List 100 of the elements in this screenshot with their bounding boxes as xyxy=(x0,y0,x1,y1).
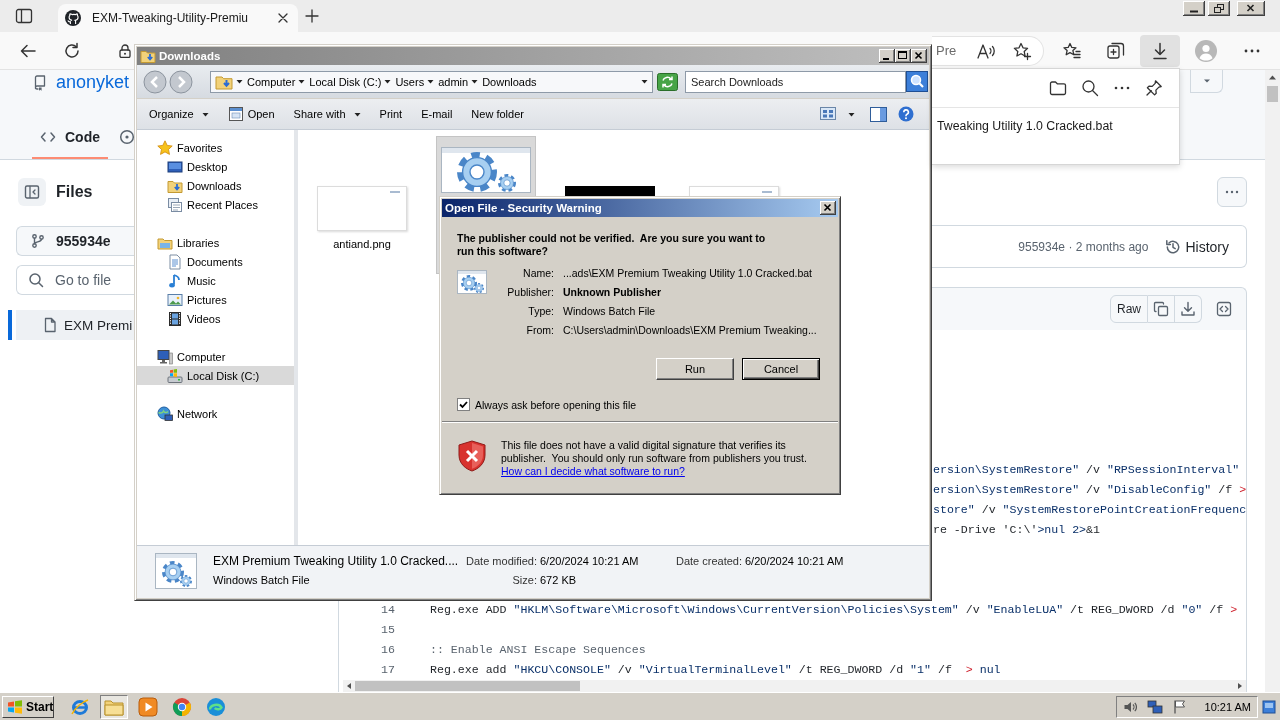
nav-item[interactable]: Network xyxy=(137,404,294,423)
breadcrumb-item[interactable]: Local Disk (C:) xyxy=(309,75,382,88)
caret-icon[interactable] xyxy=(298,78,306,85)
help-icon[interactable] xyxy=(898,106,914,122)
address-bar[interactable]: Computer Local Disk (C:) Users admin Downloads xyxy=(210,70,653,93)
refresh-icon[interactable] xyxy=(62,40,82,61)
taskbar-button[interactable] xyxy=(100,694,128,719)
copy-button[interactable] xyxy=(1148,295,1175,323)
pane-icon[interactable] xyxy=(870,106,887,122)
history-button[interactable]: History xyxy=(1165,238,1229,255)
search-icon[interactable] xyxy=(1081,79,1099,97)
browser-tab[interactable]: EXM-Tweaking-Utility-Premiu xyxy=(58,4,298,32)
star-plus-icon[interactable] xyxy=(1012,40,1033,61)
line-number: 14 xyxy=(380,602,395,616)
download-button[interactable] xyxy=(1140,34,1180,67)
monitors-icon[interactable] xyxy=(1146,698,1163,715)
document-icon xyxy=(167,253,183,270)
gear-document-icon xyxy=(457,270,487,294)
field-label: Publisher: xyxy=(506,285,554,300)
file-name: EXM Premium Tweaking Utility 1.0 Cracked.... xyxy=(213,553,460,570)
line-number: 16 xyxy=(380,642,395,656)
download-item[interactable]: Tweaking Utility 1.0 Cracked.bat xyxy=(932,116,1179,136)
nav-item[interactable]: Libraries xyxy=(137,233,294,252)
folder-icon[interactable] xyxy=(1049,79,1067,97)
close-icon[interactable] xyxy=(277,12,289,24)
code-line: re -Drive 'C:\'>nul 2>&1 xyxy=(933,522,1100,536)
address-bar[interactable]: Pre xyxy=(932,35,1044,66)
code-line: ersion\SystemRestore" /v "RPSessionInterval" xyxy=(933,462,1240,476)
caret-icon[interactable] xyxy=(236,78,243,85)
branch-button[interactable]: 955934e xyxy=(16,226,135,256)
sidebar-toggle-button[interactable] xyxy=(18,178,46,206)
back-icon[interactable] xyxy=(143,69,167,94)
refresh-icon[interactable] xyxy=(657,72,678,91)
flag-logo-icon xyxy=(7,699,23,714)
star-list-icon[interactable] xyxy=(1062,40,1082,61)
breadcrumb-item[interactable]: admin xyxy=(438,75,469,88)
restore-icon[interactable] xyxy=(1208,1,1230,16)
nav-item[interactable]: Music xyxy=(137,271,294,290)
tiles-icon[interactable] xyxy=(820,107,836,121)
caret-icon[interactable] xyxy=(641,78,648,85)
windows-stack-icon xyxy=(167,196,183,213)
shield-icon xyxy=(457,440,487,472)
toolbar-button[interactable]: Share with xyxy=(285,102,369,126)
close-icon[interactable] xyxy=(1237,1,1265,16)
toolbar-button[interactable]: E-mail xyxy=(413,102,461,126)
speaker-icon[interactable] xyxy=(1122,699,1137,714)
nav-item[interactable]: Downloads xyxy=(137,176,294,195)
minimize-icon[interactable] xyxy=(1183,1,1205,16)
panel-icon[interactable] xyxy=(15,7,33,25)
nav-item[interactable]: Desktop xyxy=(137,157,294,176)
toolbar-button[interactable]: Open xyxy=(219,102,283,126)
help-link[interactable]: How can I decide what software to run? xyxy=(501,465,685,478)
caret-icon[interactable] xyxy=(471,78,479,85)
breadcrumb-item[interactable]: Computer xyxy=(247,75,296,88)
nav-item[interactable]: Local Disk (C:) xyxy=(137,366,294,385)
nav-item[interactable]: Videos xyxy=(137,309,294,328)
breadcrumb-item[interactable]: Downloads xyxy=(482,75,537,88)
checkbox-label: Always ask before opening this file xyxy=(475,398,637,411)
toolbar-button[interactable]: New folder xyxy=(463,102,532,126)
close-icon[interactable] xyxy=(820,201,836,215)
forward-icon[interactable] xyxy=(169,69,193,94)
toolbar-button[interactable]: Organize xyxy=(141,102,217,126)
nav-item[interactable]: Favorites xyxy=(137,138,294,157)
owner-link[interactable]: anonyket xyxy=(56,72,130,93)
nav-item[interactable]: Documents xyxy=(137,252,294,271)
repo-tab[interactable]: Code xyxy=(32,117,108,159)
logo-icon xyxy=(65,10,81,26)
property-label: Date modified: xyxy=(465,554,537,569)
dialog-button[interactable]: Cancel xyxy=(742,358,820,380)
issue-icon xyxy=(119,129,135,145)
segmented-circle-icon xyxy=(172,696,192,717)
nav-item[interactable]: Computer xyxy=(137,347,294,366)
dialog-button[interactable]: Run xyxy=(656,358,734,380)
lock-icon[interactable] xyxy=(119,43,131,58)
collections-icon[interactable] xyxy=(1106,40,1126,61)
scrollbar-thumb[interactable] xyxy=(355,681,580,691)
scrollbar-thumb[interactable] xyxy=(1267,86,1278,102)
file-tree-item[interactable]: EXM Premi xyxy=(8,310,135,340)
pin-icon[interactable] xyxy=(1145,79,1163,97)
nav-item[interactable]: Recent Places xyxy=(137,195,294,214)
field-label: From: xyxy=(525,323,554,338)
flag-icon[interactable] xyxy=(1172,698,1187,715)
checkbox[interactable] xyxy=(457,398,470,411)
sidebar-title: Files xyxy=(56,183,93,201)
toolbar-button[interactable]: Print xyxy=(371,102,411,126)
desktop-icon[interactable] xyxy=(1262,698,1276,715)
nav-item[interactable]: Pictures xyxy=(137,290,294,309)
field-value: ...ads\EXM Premium Tweaking Utility 1.0 Cracked.bat xyxy=(562,266,813,281)
start-button[interactable]: Start xyxy=(2,695,54,718)
code-square-icon[interactable] xyxy=(1216,301,1232,317)
plus-icon[interactable] xyxy=(304,8,320,24)
caret-icon[interactable] xyxy=(427,78,435,85)
search-field[interactable]: Search Downloads xyxy=(685,70,906,93)
caret-icon[interactable] xyxy=(384,78,392,85)
file-item[interactable]: antiand.png xyxy=(312,136,412,274)
network-icon xyxy=(157,405,173,422)
caret-icon[interactable] xyxy=(848,110,855,118)
search-icon[interactable] xyxy=(906,71,928,92)
raw-button[interactable]: Raw xyxy=(1110,295,1148,323)
breadcrumb-item[interactable]: Users xyxy=(395,75,425,88)
